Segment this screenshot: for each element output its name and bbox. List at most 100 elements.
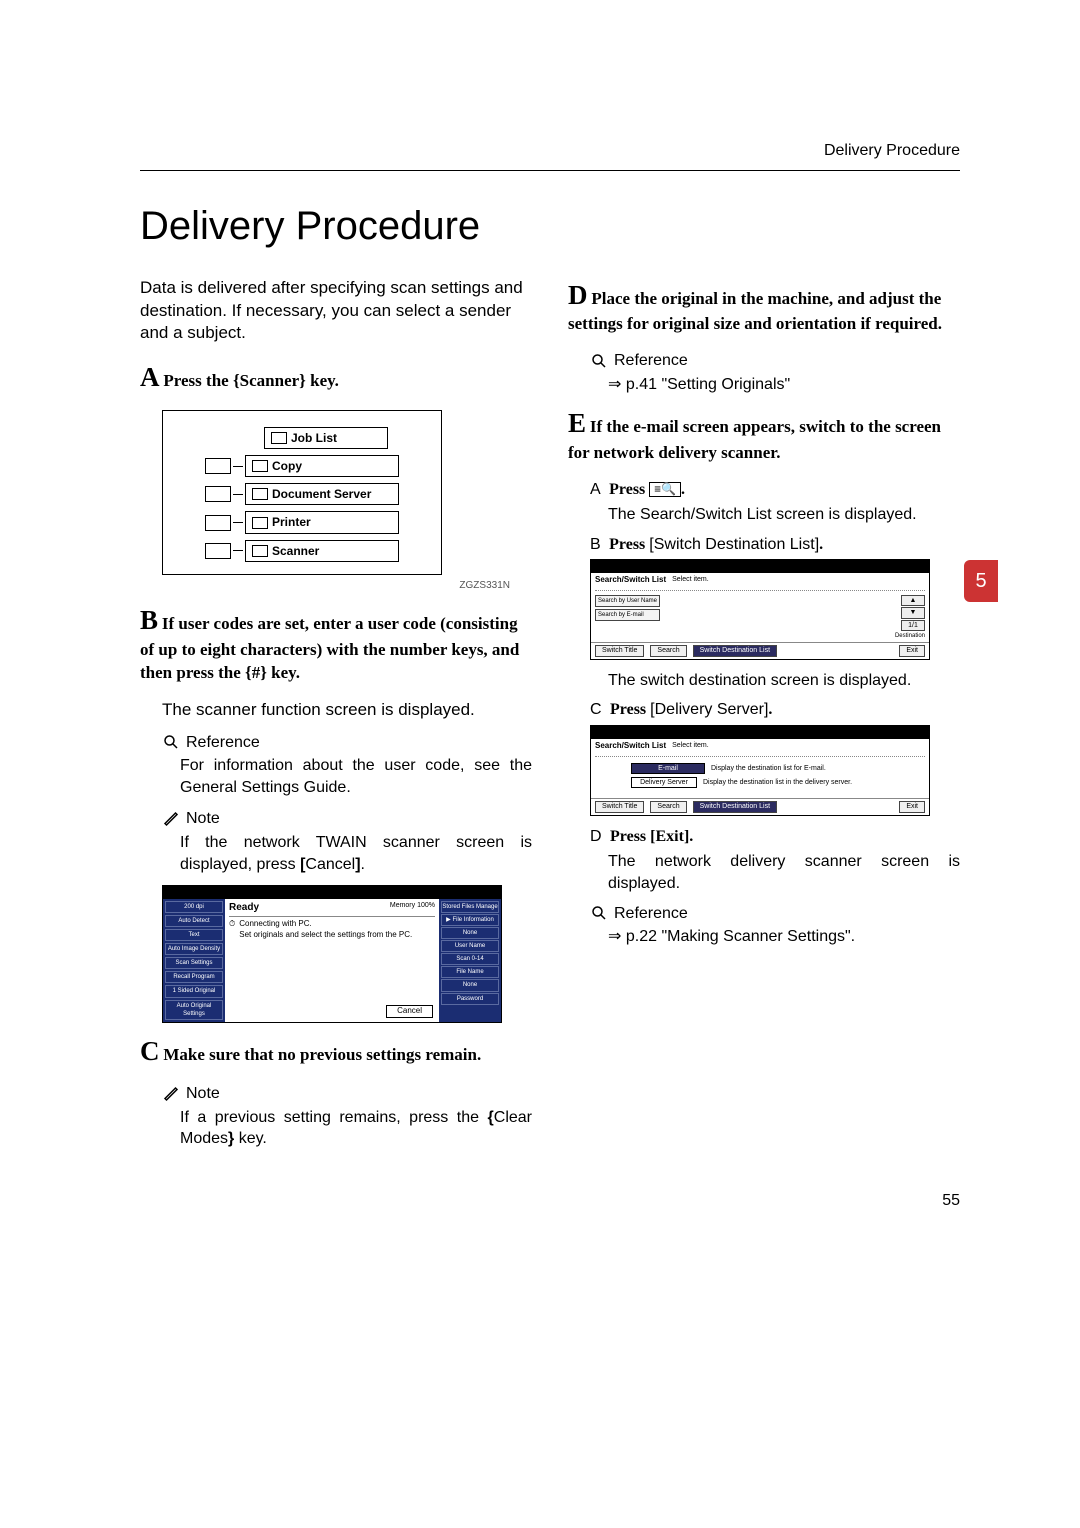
step-c: C Make sure that no previous settings re… [140, 1033, 532, 1069]
substep-c: C Press [Delivery Server]. [590, 699, 960, 721]
panel-key-copy: Copy [272, 458, 302, 474]
ss1-side-0: 200 dpi [165, 901, 223, 913]
step-a-suffix: key. [306, 371, 339, 390]
substep-b-key: Switch Destination List [654, 536, 815, 553]
step-c-note-body1: If a previous setting remains, press the [180, 1109, 488, 1126]
ss1-right-1: ▶ File Information [441, 914, 499, 926]
step-b-note-body: If the network TWAIN scanner screen is d… [180, 832, 532, 875]
ss3-exit: Exit [899, 801, 925, 812]
substep-a-body: The Search/Switch List screen is display… [608, 504, 960, 526]
reference-icon [162, 733, 180, 751]
ss2-exit: Exit [899, 645, 925, 656]
ss1-side-2: Text [165, 929, 223, 941]
ss2-destination: Destination [895, 632, 925, 640]
ss1-right-5: File Name [441, 966, 499, 978]
reference-label-e: Reference [614, 903, 688, 925]
substep-d: D Press [Exit]. [590, 826, 960, 848]
list-search-icon: ≡🔍 [649, 482, 681, 497]
step-d-reference: Reference ⇒ p.41 "Setting Originals" [590, 350, 960, 395]
ss1-right-0: Stored Files Manage [441, 901, 499, 913]
ss3-search: Search [650, 801, 686, 812]
step-b-key: # [252, 663, 261, 682]
ss3-email-desc: Display the destination list for E-mail. [711, 764, 826, 773]
step-b-reference-body: For information about the user code, see… [180, 755, 532, 798]
ref-body-e: p.22 "Making Scanner Settings". [621, 928, 855, 945]
intro-text: Data is delivered after specifying scan … [140, 277, 532, 346]
ss1-side-1: Auto Detect [165, 915, 223, 927]
substep-c-after: . [768, 701, 772, 718]
panel-key-scanner: Scanner [272, 543, 319, 559]
reference-icon [590, 904, 608, 922]
panel-key-printer: Printer [272, 514, 311, 530]
ss2-page-count: 1/1 [901, 620, 925, 631]
ss2-search-username: Search by User Name [595, 595, 660, 607]
step-a-key: Scanner [240, 371, 300, 390]
ref-arrow-e: ⇒ [608, 928, 621, 945]
ss2-page-up: ▲ [901, 595, 925, 606]
ss3-title: Search/Switch List [595, 741, 666, 752]
substep-b: B Press [Switch Destination List]. [590, 534, 960, 556]
substep-d-after: . [689, 828, 693, 845]
ss1-right-3: User Name [441, 940, 499, 952]
step-b-letter: B [140, 605, 158, 635]
substep-d-label: D [590, 828, 602, 845]
ss2-switch-dest-list: Switch Destination List [693, 645, 777, 656]
ss1-right-2: None [441, 927, 499, 939]
ss2-search-email: Search by E-mail [595, 609, 660, 621]
step-b-text: If user codes are set, enter a user code… [140, 614, 519, 681]
ss1-right-4: Scan 0-14 [441, 953, 499, 965]
ss1-side-3: Auto Image Density [165, 943, 223, 955]
ss3-switch-title: Switch Title [595, 801, 644, 812]
ss2-page-down: ▼ [901, 607, 925, 618]
substep-c-label: C [590, 701, 602, 718]
substep-b-after: . [819, 536, 823, 553]
header-section: Delivery Procedure [140, 140, 960, 162]
substep-d-body: The network delivery scanner screen is d… [608, 851, 960, 894]
step-b-reference: Reference For information about the user… [162, 732, 532, 799]
substep-a-after: . [681, 481, 685, 498]
step-b-note-body2: . [361, 856, 365, 873]
reference-label-d: Reference [614, 350, 688, 372]
panel-key-docserver: Document Server [272, 486, 371, 502]
ss1-cancel-button: Cancel [386, 1005, 433, 1018]
step-d-text: Place the original in the machine, and a… [568, 289, 942, 333]
ref-arrow-d: ⇒ [608, 376, 621, 393]
step-e-letter: E [568, 408, 586, 438]
ss1-msg2: Set originals and select the settings fr… [239, 930, 412, 941]
ss2-switch-title: Switch Title [595, 645, 644, 656]
panel-key-joblist: Job List [291, 430, 337, 446]
ss2-title: Search/Switch List [595, 575, 666, 586]
step-b-note-key: Cancel [305, 856, 355, 873]
ss3-delivery-button: Delivery Server [631, 777, 697, 788]
reference-icon [590, 352, 608, 370]
ss3-delivery-desc: Display the destination list in the deli… [703, 778, 852, 787]
control-panel-diagram: Job List Copy Document Server Printer [162, 410, 442, 575]
step-d-letter: D [568, 280, 588, 310]
ss2-search: Search [650, 645, 686, 656]
ss2-select: Select item. [672, 575, 709, 584]
step-e: E If the e-mail screen appears, switch t… [568, 405, 960, 464]
note-label-c: Note [186, 1083, 220, 1105]
step-b-suffix: key. [267, 663, 300, 682]
step-e-reference: Reference ⇒ p.22 "Making Scanner Setting… [590, 903, 960, 948]
step-c-note-header: Note [162, 1083, 532, 1105]
note-icon [162, 810, 180, 828]
ss1-side-7: Auto Original Settings [165, 1000, 223, 1020]
screenshot-switch-list: Search/Switch List Select item. Search b… [590, 559, 930, 659]
screenshot-twain: 200 dpi Auto Detect Text Auto Image Dens… [162, 885, 502, 1023]
reference-label: Reference [186, 732, 260, 754]
step-a: A Press the {Scanner} key. [140, 359, 532, 395]
ss3-switch-dest-list: Switch Destination List [693, 801, 777, 812]
note-label: Note [186, 808, 220, 830]
substep-b-result: The switch destination screen is display… [608, 670, 960, 692]
ss1-side-4: Scan Settings [165, 957, 223, 969]
right-column: D Place the original in the machine, and… [568, 277, 960, 1160]
substep-d-key: Exit [655, 828, 683, 845]
ss1-right-7: Password [441, 993, 499, 1005]
substep-a-label: A [590, 481, 601, 498]
left-column: Data is delivered after specifying scan … [140, 277, 532, 1160]
ss3-email-button: E-mail [631, 763, 705, 774]
ss3-select: Select item. [672, 741, 709, 750]
substep-b-label: B [590, 536, 601, 553]
ss1-side-6: 1 Sided Original [165, 985, 223, 997]
